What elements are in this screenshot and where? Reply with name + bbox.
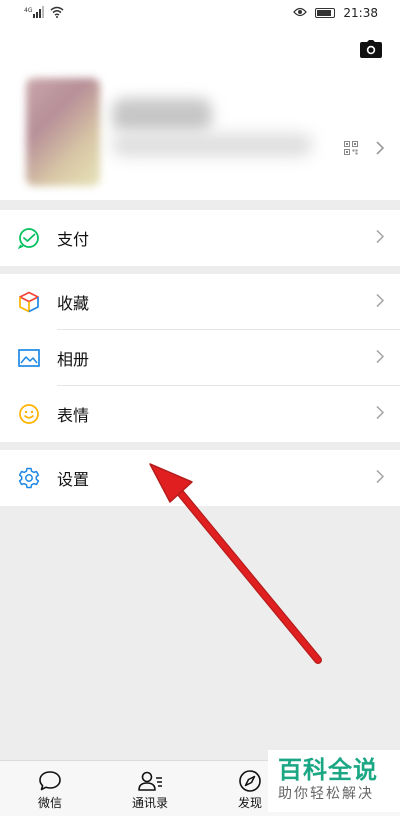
chevron-right-icon bbox=[376, 229, 385, 248]
signal-icon: 4G bbox=[24, 5, 44, 21]
menu-item-album[interactable]: 相册 bbox=[0, 330, 400, 386]
battery-icon bbox=[315, 8, 336, 18]
menu-item-favorites[interactable]: 收藏 bbox=[0, 274, 400, 330]
status-time: 21:38 bbox=[343, 6, 378, 20]
profile-chevron-right-icon[interactable] bbox=[376, 140, 385, 159]
wechat-pay-icon bbox=[18, 227, 40, 249]
chevron-right-icon bbox=[376, 469, 385, 488]
chevron-right-icon bbox=[376, 349, 385, 368]
settings-gear-icon bbox=[18, 467, 40, 489]
menu-group-content: 收藏 相册 表情 bbox=[0, 274, 400, 442]
menu-group-settings: 设置 bbox=[0, 450, 400, 506]
menu-label-stickers: 表情 bbox=[57, 406, 90, 425]
status-right: 21:38 bbox=[293, 6, 378, 20]
menu-label-favorites: 收藏 bbox=[57, 294, 90, 313]
favorites-cube-icon bbox=[18, 291, 40, 313]
chevron-right-icon bbox=[376, 405, 385, 424]
avatar[interactable] bbox=[26, 78, 100, 186]
menu-item-settings[interactable]: 设置 bbox=[0, 450, 400, 506]
svg-text:4G: 4G bbox=[24, 7, 33, 14]
tab-label-contacts: 通讯录 bbox=[131, 796, 168, 810]
menu-group-pay: 支付 bbox=[0, 210, 400, 266]
contacts-icon bbox=[137, 768, 163, 794]
watermark-subtitle: 助你轻松解决 bbox=[278, 786, 374, 802]
album-icon bbox=[18, 347, 40, 369]
menu-item-pay[interactable]: 支付 bbox=[0, 210, 400, 266]
discover-compass-icon bbox=[238, 768, 262, 794]
status-bar: 4G 21:38 bbox=[0, 0, 400, 26]
menu-label-album: 相册 bbox=[57, 350, 90, 369]
menu-label-settings: 设置 bbox=[57, 470, 90, 489]
camera-icon[interactable] bbox=[360, 40, 382, 62]
profile-header[interactable] bbox=[0, 26, 400, 200]
tab-label-discover: 发现 bbox=[237, 796, 262, 810]
tab-chats[interactable]: 微信 bbox=[0, 761, 100, 816]
tab-label-chats: 微信 bbox=[37, 796, 62, 810]
qr-code-icon[interactable] bbox=[344, 140, 358, 159]
eye-icon bbox=[293, 6, 308, 20]
watermark: 百科全说 助你轻松解决 bbox=[268, 750, 400, 812]
menu-label-pay: 支付 bbox=[57, 230, 90, 249]
tab-contacts[interactable]: 通讯录 bbox=[100, 761, 200, 816]
sticker-smile-icon bbox=[18, 403, 40, 425]
status-left: 4G bbox=[24, 5, 64, 21]
chats-bubble-icon bbox=[38, 768, 62, 794]
chevron-right-icon bbox=[376, 293, 385, 312]
blurred-nickname bbox=[112, 98, 212, 132]
watermark-title: 百科全说 bbox=[278, 756, 378, 784]
blurred-wechat-id bbox=[112, 134, 312, 156]
wifi-icon bbox=[50, 6, 64, 21]
menu-item-stickers[interactable]: 表情 bbox=[0, 386, 400, 442]
